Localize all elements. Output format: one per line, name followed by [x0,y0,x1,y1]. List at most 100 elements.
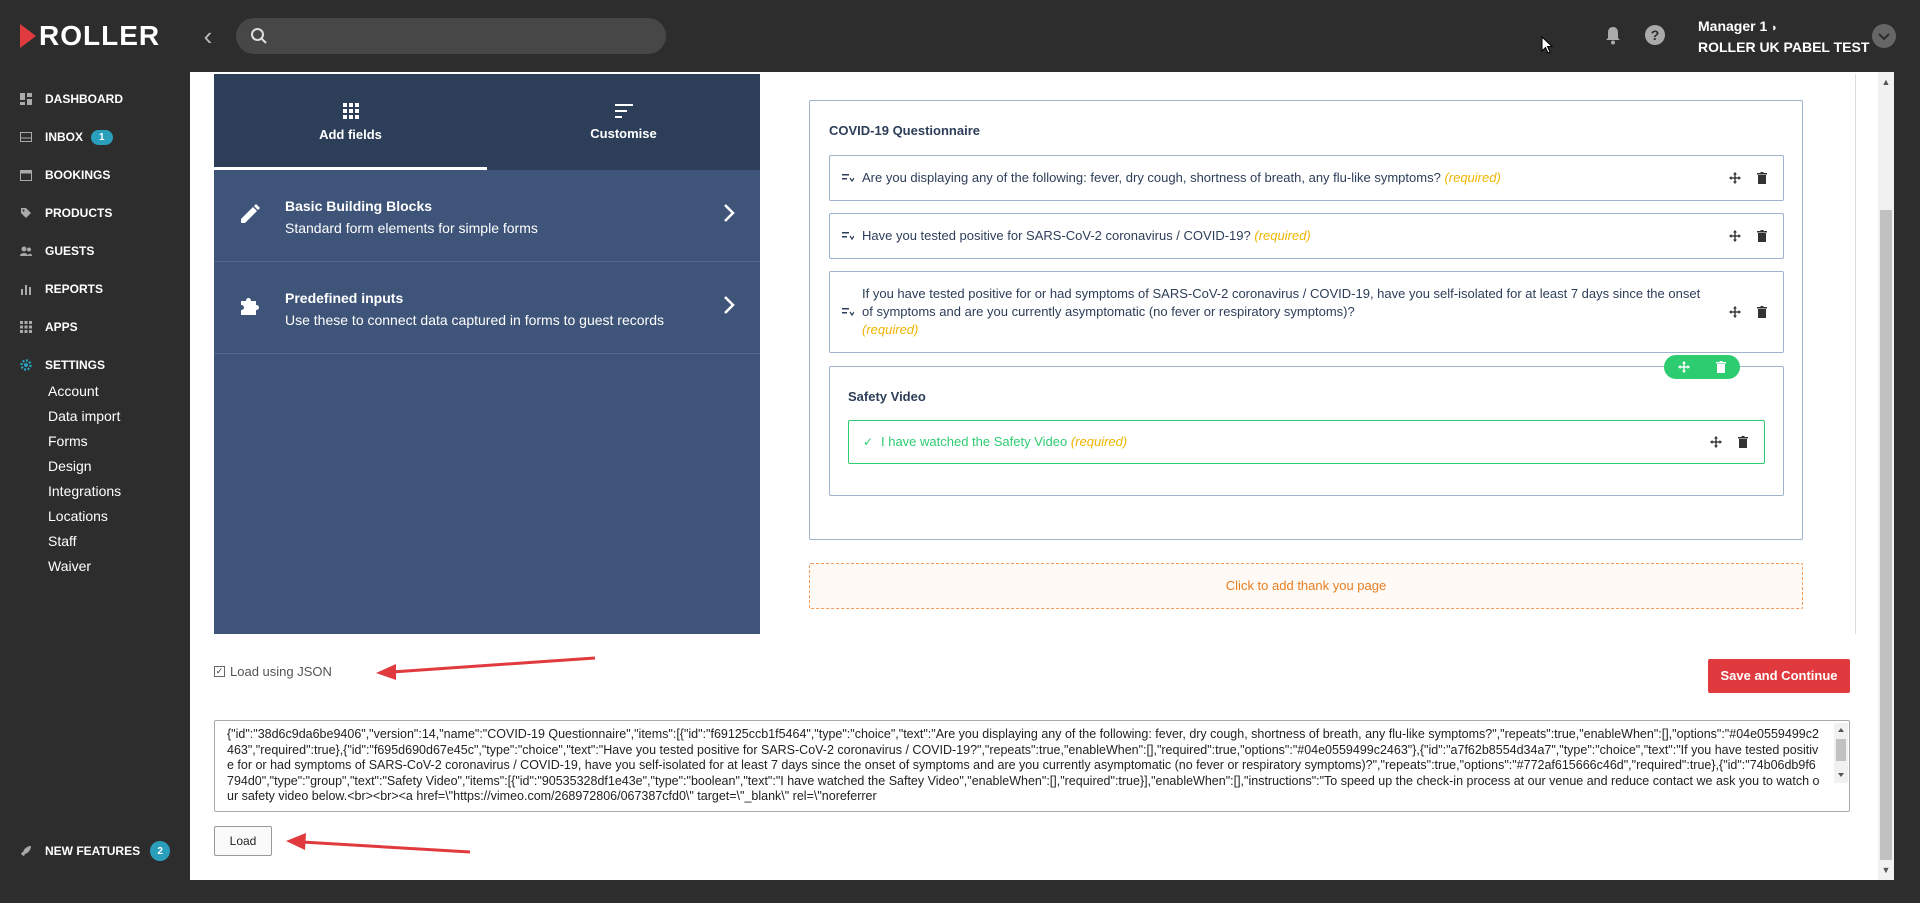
load-json-checkbox[interactable]: ✓ Load using JSON [214,664,332,679]
sidebar-item-label: DASHBOARD [45,92,123,106]
trash-icon[interactable] [1757,230,1767,242]
question-text: Have you tested positive for SARS-CoV-2 … [862,228,1251,243]
boolean-field-text: I have watched the Safety Video [881,434,1068,449]
chevron-right-icon [724,204,735,222]
load-button[interactable]: Load [214,826,272,856]
annotation-arrow [286,833,471,854]
sidebar-item-dashboard[interactable]: DASHBOARD [20,89,123,109]
scroll-down-icon[interactable]: ▼ [1880,864,1892,876]
predefined-inputs-row[interactable]: Predefined inputs Use these to connect d… [214,262,760,354]
json-textarea[interactable]: {"id":"38d6c9da6be9406","version":14,"na… [214,720,1850,812]
rocket-icon [21,846,31,856]
add-thank-you-page-button[interactable]: Click to add thank you page [809,563,1803,609]
group-title: Safety Video [848,389,926,404]
question-text: If you have tested positive for or had s… [862,286,1701,319]
calendar-icon [20,170,32,181]
sidebar-item-label: NEW FEATURES [45,844,141,858]
main-scrollbar-thumb[interactable] [1880,210,1892,860]
tab-customise[interactable]: Customise [487,74,760,170]
choice-field-icon [842,174,854,183]
tag-icon [21,208,31,218]
gear-icon [20,359,32,371]
sidebar-item-label: GUESTS [45,244,95,258]
dashboard-icon [20,93,32,105]
sidebar-item-label: APPS [45,320,78,334]
move-icon[interactable] [1729,306,1741,318]
user-menu-chevron-icon[interactable] [1872,24,1896,48]
question-row[interactable]: If you have tested positive for or had s… [829,271,1784,353]
sidebar-item-guests[interactable]: GUESTS [20,241,94,261]
sidebar-item-reports[interactable]: REPORTS [20,279,103,299]
search-icon [251,28,267,44]
sidebar-sub-design[interactable]: Design [48,458,92,474]
chevron-right-icon [724,296,735,314]
textarea-scrollbar[interactable] [1834,723,1848,783]
field-palette: Add fields Customise Basic Building Bloc… [214,74,760,634]
question-row[interactable]: Are you displaying any of the following:… [829,155,1784,201]
palette-tabs: Add fields Customise [214,74,760,170]
sidebar-item-apps[interactable]: APPS [20,317,78,337]
new-features-badge: 2 [150,841,171,861]
main-panel: Add fields Customise Basic Building Bloc… [190,72,1894,880]
logo-mark-icon [20,24,36,48]
load-json-label: Load using JSON [230,664,332,679]
user-name: Manager 1 [1698,18,1768,34]
basic-building-blocks-row[interactable]: Basic Building Blocks Standard form elem… [214,170,760,262]
boolean-field-row[interactable]: ✓ I have watched the Safety Video (requi… [848,420,1765,464]
block-subtitle: Use these to connect data captured in fo… [285,312,664,328]
sidebar-sub-waiver[interactable]: Waiver [48,558,91,574]
tab-add-fields[interactable]: Add fields [214,74,487,170]
group-toolbar [1664,355,1740,379]
save-and-continue-button[interactable]: Save and Continue [1708,659,1850,693]
pencil-icon [241,204,260,223]
trash-icon[interactable] [1757,172,1767,184]
user-account[interactable]: Manager 1 ◗ ROLLER UK PABEL TEST [1698,17,1869,57]
sidebar-item-label: INBOX [45,130,84,144]
sidebar-sub-account[interactable]: Account [48,383,99,399]
sidebar-item-settings[interactable]: SETTINGS [20,355,105,375]
choice-field-icon [842,232,854,241]
block-title: Basic Building Blocks [285,198,433,214]
inbox-icon [20,132,32,142]
roller-logo[interactable]: ROLLER [20,20,161,51]
trash-icon[interactable] [1757,306,1767,318]
sidebar-sub-integrations[interactable]: Integrations [48,483,121,499]
move-icon[interactable] [1729,230,1741,242]
inbox-count-badge: 1 [91,129,113,145]
block-subtitle: Standard form elements for simple forms [285,220,538,236]
help-icon[interactable]: ? [1644,24,1666,46]
sidebar-item-new-features[interactable]: NEW FEATURES 2 [20,841,171,861]
annotation-arrow [376,656,596,680]
collapse-sidebar-chevron-icon[interactable]: ‹ [196,22,220,50]
sidebar: DASHBOARD INBOX 1 BOOKINGS PRODUCTS GUES… [0,72,190,903]
checkmark-icon: ✓ [863,435,874,449]
form-title: COVID-19 Questionnaire [829,123,980,138]
sidebar-item-products[interactable]: PRODUCTS [20,203,112,223]
sidebar-sub-data-import[interactable]: Data import [48,408,120,424]
apps-icon [20,321,32,333]
mouse-cursor-icon [1541,36,1553,54]
checkbox-checked-icon[interactable]: ✓ [214,666,225,677]
sidebar-sub-forms[interactable]: Forms [48,433,88,449]
sidebar-item-label: REPORTS [45,282,104,296]
reports-icon [21,285,31,295]
puzzle-icon [241,298,259,315]
bell-icon[interactable] [1602,24,1624,46]
sidebar-item-inbox[interactable]: INBOX 1 [20,127,113,147]
venue-name: ROLLER UK PABEL TEST [1698,39,1870,55]
logo-text: ROLLER [39,20,161,51]
sidebar-sub-locations[interactable]: Locations [48,508,108,524]
move-icon[interactable] [1678,361,1690,373]
question-row[interactable]: Have you tested positive for SARS-CoV-2 … [829,213,1784,259]
sidebar-item-bookings[interactable]: BOOKINGS [20,165,110,185]
group-safety-video[interactable]: Safety Video ✓ I have watched the Safety… [829,355,1784,496]
sidebar-item-label: SETTINGS [45,358,106,372]
trash-icon[interactable] [1738,436,1748,448]
sidebar-sub-staff[interactable]: Staff [48,533,77,549]
move-icon[interactable] [1710,436,1722,448]
trash-icon[interactable] [1716,361,1726,373]
scroll-up-icon[interactable]: ▲ [1880,76,1892,88]
grid-icon [342,102,359,119]
move-icon[interactable] [1729,172,1741,184]
search-input[interactable] [236,18,666,54]
